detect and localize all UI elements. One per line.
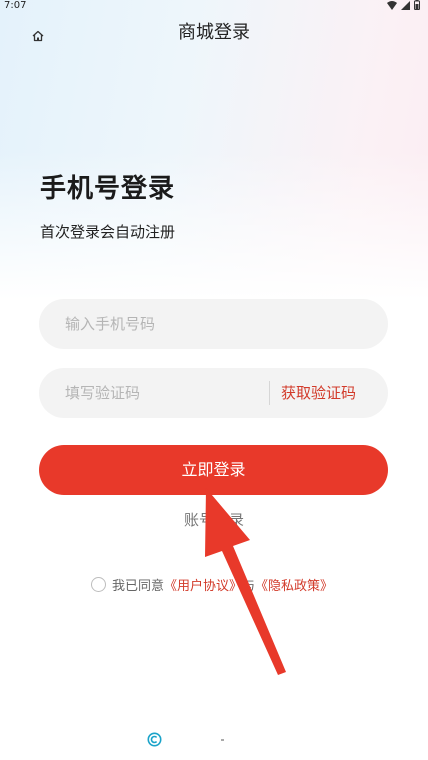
status-icons bbox=[387, 0, 420, 10]
agreement-checkbox[interactable] bbox=[91, 577, 106, 592]
phone-field bbox=[39, 299, 388, 349]
signal-icon bbox=[401, 0, 410, 10]
battery-icon bbox=[414, 0, 420, 10]
bottom-dot bbox=[221, 739, 224, 741]
verification-code-input[interactable] bbox=[65, 368, 255, 418]
login-heading: 手机号登录 bbox=[40, 174, 176, 204]
login-button[interactable]: 立即登录 bbox=[39, 445, 388, 495]
agreement-row: 我已同意 《用户协议》 与 《隐私政策》 bbox=[91, 575, 333, 594]
copyright-icon bbox=[147, 732, 162, 747]
get-code-button[interactable]: 获取验证码 bbox=[281, 368, 356, 418]
status-time: 7:07 bbox=[4, 0, 27, 11]
status-bar: 7:07 bbox=[0, 0, 428, 12]
phone-input[interactable] bbox=[65, 299, 365, 349]
agreement-connector: 与 bbox=[242, 579, 256, 594]
field-divider bbox=[269, 381, 270, 405]
page-title: 商城登录 bbox=[178, 22, 250, 43]
agreement-prefix: 我已同意 bbox=[112, 579, 165, 594]
account-login-link[interactable]: 账号登录 bbox=[0, 509, 428, 530]
wifi-icon bbox=[387, 0, 397, 10]
privacy-policy-link[interactable]: 《隐私政策》 bbox=[255, 575, 333, 594]
user-agreement-link[interactable]: 《用户协议》 bbox=[164, 575, 242, 594]
login-subheading: 首次登录会自动注册 bbox=[40, 223, 176, 241]
verification-code-field: 获取验证码 bbox=[39, 368, 388, 418]
